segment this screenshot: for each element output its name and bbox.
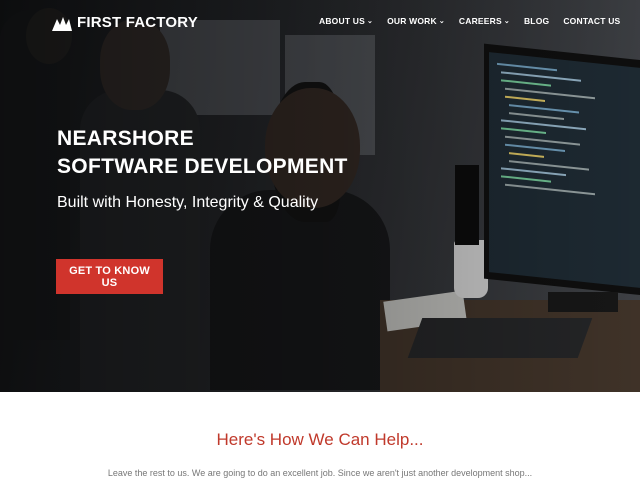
chevron-down-icon: ⌄	[503, 17, 510, 25]
nav-item-blog[interactable]: BLOG	[524, 16, 549, 26]
nav-item-our-work[interactable]: OUR WORK ⌄	[387, 16, 445, 26]
chevron-down-icon: ⌄	[438, 17, 445, 25]
hero-subtitle: Built with Honesty, Integrity & Quality	[57, 194, 319, 211]
brand-name: FIRST FACTORY	[77, 14, 198, 31]
help-heading: Here's How We Can Help...	[216, 430, 424, 449]
chevron-down-icon: ⌄	[367, 17, 374, 25]
get-to-know-us-button[interactable]: GET TO KNOW US	[56, 259, 163, 294]
hero-title: NEARSHORE SOFTWARE DEVELOPMENT	[57, 125, 348, 181]
help-intro-text: Leave the rest to us. We are going to do…	[107, 468, 533, 478]
nav-item-label: ABOUT US	[319, 16, 365, 26]
main-nav: ABOUT US ⌄ OUR WORK ⌄ CAREERS ⌄ BLOG CON…	[319, 16, 634, 26]
hero-title-line: NEARSHORE	[57, 127, 194, 150]
first-factory-logo-icon	[52, 16, 72, 31]
nav-item-contact-us[interactable]: CONTACT US	[563, 16, 620, 26]
hero-section: FIRST FACTORY ABOUT US ⌄ OUR WORK ⌄ CARE…	[0, 0, 640, 392]
nav-item-label: CONTACT US	[563, 16, 621, 26]
nav-item-careers[interactable]: CAREERS ⌄	[459, 16, 510, 26]
brand-logo[interactable]: FIRST FACTORY	[52, 14, 198, 31]
nav-item-label: BLOG	[523, 16, 550, 26]
hero-title-line: SOFTWARE DEVELOPMENT	[57, 155, 348, 178]
nav-item-about-us[interactable]: ABOUT US ⌄	[319, 16, 373, 26]
nav-item-label: CAREERS	[458, 16, 502, 26]
nav-item-label: OUR WORK	[387, 16, 437, 26]
